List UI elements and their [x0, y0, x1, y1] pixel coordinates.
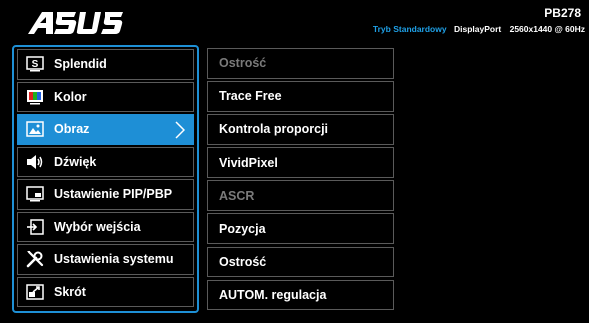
- menu-item-wybor-wejscia[interactable]: Wybór wejścia: [17, 211, 194, 242]
- menu-item-label: Ustawienie PIP/PBP: [54, 187, 173, 202]
- submenu-item-ostrosc-disabled: Ostrość: [207, 48, 394, 79]
- color-icon: [25, 88, 45, 106]
- speaker-icon: [25, 153, 45, 171]
- menu-item-obraz[interactable]: Obraz: [17, 114, 194, 145]
- menu-item-skrot[interactable]: Skrót: [17, 276, 194, 307]
- osd-menu: PB278 Tryb Standardowy DisplayPort 2560x…: [0, 0, 589, 323]
- splendid-icon: S: [25, 55, 45, 73]
- pip-icon: [25, 185, 45, 203]
- submenu-item-autom-regulacja[interactable]: AUTOM. regulacja: [207, 279, 394, 311]
- input-status: DisplayPort: [453, 24, 502, 34]
- status-bar: Tryb Standardowy DisplayPort 2560x1440 @…: [373, 24, 585, 34]
- input-select-icon: [25, 218, 45, 236]
- model-name: PB278: [544, 6, 581, 20]
- image-icon: [25, 120, 45, 138]
- menu-item-pip-pbp[interactable]: Ustawienie PIP/PBP: [17, 179, 194, 210]
- submenu-item-kontrola-proporcji[interactable]: Kontrola proporcji: [207, 114, 394, 145]
- submenu-item-ascr: ASCR: [207, 180, 394, 211]
- menu-item-label: Dźwięk: [54, 154, 97, 169]
- menu-item-label: Ustawienia systemu: [54, 252, 174, 267]
- menu-item-label: Obraz: [54, 122, 90, 137]
- resolution-status: 2560x1440 @ 60Hz: [509, 24, 585, 34]
- wrench-screwdriver-icon: [25, 250, 45, 268]
- main-menu: S Splendid Kolor Obraz Dźwięk Ustawienie…: [12, 45, 199, 313]
- mode-status: Tryb Standardowy: [372, 24, 447, 34]
- menu-item-label: Skrót: [54, 284, 86, 299]
- chevron-right-icon: [175, 121, 186, 142]
- submenu-item-ostrosc[interactable]: Ostrość: [207, 246, 394, 278]
- submenu-item-pozycja[interactable]: Pozycja: [207, 213, 394, 244]
- shortcut-icon: [25, 283, 45, 301]
- submenu-item-vividpixel[interactable]: VividPixel: [207, 147, 394, 178]
- svg-text:S: S: [32, 59, 39, 70]
- menu-item-ustawienia-systemu[interactable]: Ustawienia systemu: [17, 244, 194, 275]
- menu-item-label: Kolor: [54, 89, 87, 104]
- menu-item-dzwiek[interactable]: Dźwięk: [17, 146, 194, 177]
- sub-menu: Ostrość Trace Free Kontrola proporcji Vi…: [207, 48, 394, 313]
- menu-item-label: Splendid: [54, 57, 107, 72]
- submenu-item-trace-free[interactable]: Trace Free: [207, 81, 394, 112]
- menu-item-splendid[interactable]: S Splendid: [17, 49, 194, 80]
- menu-item-label: Wybór wejścia: [54, 219, 141, 234]
- asus-logo: [28, 12, 123, 34]
- menu-item-kolor[interactable]: Kolor: [17, 81, 194, 112]
